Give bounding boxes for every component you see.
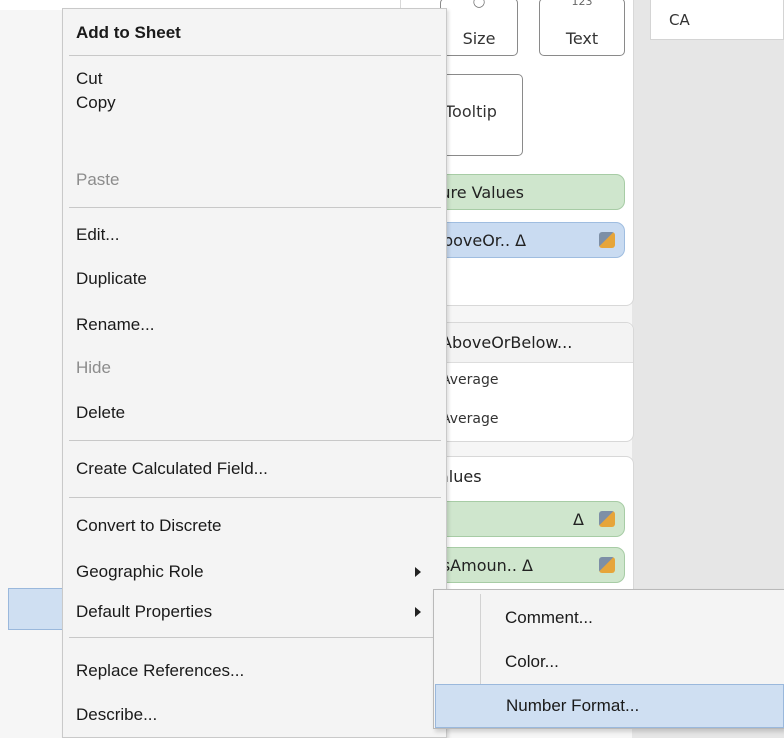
context-menu: Add to Sheet Cut Copy Paste Edit... Dupl… bbox=[62, 8, 447, 738]
menu-item-convert-to-discrete[interactable]: Convert to Discrete bbox=[63, 507, 446, 545]
menu-item-label: Default Properties bbox=[76, 602, 213, 621]
submenu-arrow-icon bbox=[415, 607, 421, 617]
menu-item-copy[interactable]: Copy bbox=[63, 84, 446, 122]
menu-separator bbox=[69, 440, 441, 441]
default-properties-submenu: Comment... Color... Number Format... bbox=[433, 589, 784, 729]
menu-item-edit[interactable]: Edit... bbox=[63, 216, 446, 254]
submenu-item-comment[interactable]: Comment... bbox=[435, 596, 784, 640]
size-icon: ◯ bbox=[472, 0, 486, 8]
tooltip-button[interactable]: Tooltip bbox=[440, 74, 523, 156]
menu-item-describe[interactable]: Describe... bbox=[63, 696, 446, 734]
menu-item-default-properties[interactable]: Default Properties bbox=[63, 593, 446, 631]
menu-item-replace-references[interactable]: Replace References... bbox=[63, 652, 446, 690]
database-icon bbox=[599, 511, 615, 527]
menu-item-label: Geographic Role bbox=[76, 562, 204, 581]
menu-separator bbox=[69, 55, 441, 56]
pill-label: Δ bbox=[573, 510, 584, 529]
measure-values-pill[interactable]: sure Values bbox=[421, 174, 625, 210]
measure-pill[interactable]: Δ bbox=[421, 501, 625, 537]
size-label: Size bbox=[462, 29, 496, 48]
sales-amount-pill[interactable]: esAmoun.. Δ bbox=[421, 547, 625, 583]
tooltip-label: Tooltip bbox=[445, 102, 497, 121]
column-header-value[interactable]: CA bbox=[650, 0, 784, 40]
menu-item-create-calculated-field[interactable]: Create Calculated Field... bbox=[63, 450, 446, 488]
menu-separator bbox=[69, 497, 441, 498]
pill-label: esAmoun.. Δ bbox=[432, 556, 533, 575]
menu-item-duplicate[interactable]: Duplicate bbox=[63, 260, 446, 298]
menu-item-geographic-role[interactable]: Geographic Role bbox=[63, 553, 446, 591]
menu-item-delete[interactable]: Delete bbox=[63, 394, 446, 432]
menu-item-hide: Hide bbox=[76, 358, 111, 377]
menu-item-add-to-sheet[interactable]: Add to Sheet bbox=[63, 14, 446, 52]
database-icon bbox=[599, 232, 615, 248]
size-button[interactable]: ◯ Size bbox=[440, 0, 518, 56]
menu-separator bbox=[69, 207, 441, 208]
menu-item-paste: Paste bbox=[76, 170, 120, 189]
menu-item-rename[interactable]: Rename... bbox=[63, 306, 446, 344]
menu-separator bbox=[69, 637, 441, 638]
text-icon: 123 bbox=[571, 0, 593, 8]
above-or-below-pill[interactable]: AboveOr.. Δ bbox=[421, 222, 625, 258]
legend-item[interactable]: Average bbox=[441, 372, 499, 388]
submenu-item-color[interactable]: Color... bbox=[435, 640, 784, 684]
submenu-item-number-format[interactable]: Number Format... bbox=[435, 684, 784, 728]
database-icon bbox=[599, 557, 615, 573]
legend-item[interactable]: Average bbox=[441, 411, 499, 427]
submenu-arrow-icon bbox=[415, 567, 421, 577]
text-button[interactable]: 123 Text bbox=[539, 0, 625, 56]
text-label: Text bbox=[565, 29, 599, 48]
